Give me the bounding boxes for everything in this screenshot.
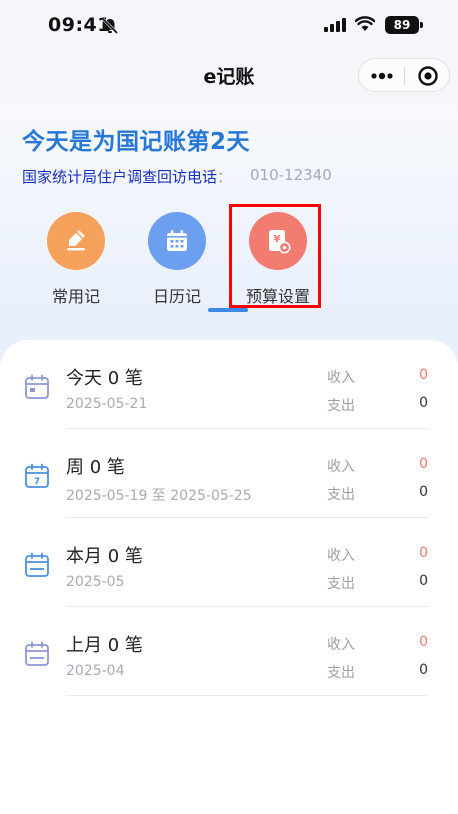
row-date: 2025-05-19 至 2025-05-25 xyxy=(66,488,252,504)
hotline-number[interactable]: 010-12340 xyxy=(250,166,332,184)
row-title: 本月 0 笔 xyxy=(66,546,143,567)
battery-indicator: 89 xyxy=(385,16,419,34)
expense-label: 支出 xyxy=(327,665,355,681)
income-label: 收入 xyxy=(327,459,355,475)
row-divider xyxy=(66,695,428,696)
summary-row-today[interactable]: 今天 0 笔 2025-05-21 收入 0 支出 0 xyxy=(0,340,458,429)
expense-value: 0 xyxy=(419,395,428,411)
shortcut-common-record[interactable]: 常用记 xyxy=(31,212,121,307)
summary-row-last-month[interactable]: 上月 0 笔 2025-04 收入 0 支出 0 xyxy=(0,607,458,696)
row-title: 今天 0 笔 xyxy=(66,368,143,389)
calendar-month-icon xyxy=(25,552,49,577)
mini-program-capsule xyxy=(358,58,450,92)
pencil-icon xyxy=(67,230,85,251)
shortcut-circle xyxy=(148,212,206,270)
more-icon[interactable] xyxy=(369,68,395,84)
active-tab-indicator xyxy=(208,308,248,312)
battery-tip xyxy=(420,22,423,28)
shortcut-label: 日历记 xyxy=(152,287,201,306)
expense-value: 0 xyxy=(419,662,428,678)
row-title: 上月 0 笔 xyxy=(66,635,143,656)
bell-muted-icon xyxy=(101,17,119,35)
shortcut-label: 常用记 xyxy=(51,287,100,306)
hotline-label: 国家统计局住户调查回访电话： xyxy=(22,166,232,187)
record-days-headline: 今天是为国记账第2天 xyxy=(22,129,251,155)
hotline-label-text: 国家统计局住户调查回访电话 xyxy=(22,168,218,186)
summary-row-month[interactable]: 本月 0 笔 2025-05 收入 0 支出 0 xyxy=(0,518,458,607)
income-label: 收入 xyxy=(327,548,355,564)
row-date: 2025-05-21 xyxy=(66,396,148,412)
summary-row-week[interactable]: 7 周 0 笔 2025-05-19 至 2025-05-25 收入 0 支出 … xyxy=(0,429,458,518)
calendar-week-icon: 7 xyxy=(25,463,49,488)
wifi-icon xyxy=(355,16,375,31)
income-value: 0 xyxy=(419,634,428,650)
highlight-annotation-box xyxy=(229,204,321,308)
shortcut-calendar-record[interactable]: 日历记 xyxy=(132,212,222,307)
income-value: 0 xyxy=(419,545,428,561)
calendar-icon xyxy=(167,230,187,251)
calendar-icon xyxy=(25,374,49,399)
expense-label: 支出 xyxy=(327,576,355,592)
svg-text:7: 7 xyxy=(34,477,40,487)
summary-card: 今天 0 笔 2025-05-21 收入 0 支出 0 7 周 0 笔 2025… xyxy=(0,340,458,814)
row-title: 周 0 笔 xyxy=(66,457,125,478)
expense-value: 0 xyxy=(419,484,428,500)
shortcut-circle xyxy=(47,212,105,270)
status-bar: 09:41 89 xyxy=(0,0,458,50)
expense-label: 支出 xyxy=(327,487,355,503)
capsule-divider xyxy=(404,67,405,85)
row-date: 2025-04 xyxy=(66,663,125,679)
hotline-separator: ： xyxy=(217,168,233,186)
signal-icon xyxy=(324,18,346,32)
row-date: 2025-05 xyxy=(66,574,125,590)
income-value: 0 xyxy=(419,456,428,472)
income-label: 收入 xyxy=(327,637,355,653)
income-value: 0 xyxy=(419,367,428,383)
calendar-last-month-icon xyxy=(25,641,49,666)
expense-label: 支出 xyxy=(327,398,355,414)
income-label: 收入 xyxy=(327,370,355,386)
expense-value: 0 xyxy=(419,573,428,589)
close-target-icon[interactable] xyxy=(417,65,439,87)
